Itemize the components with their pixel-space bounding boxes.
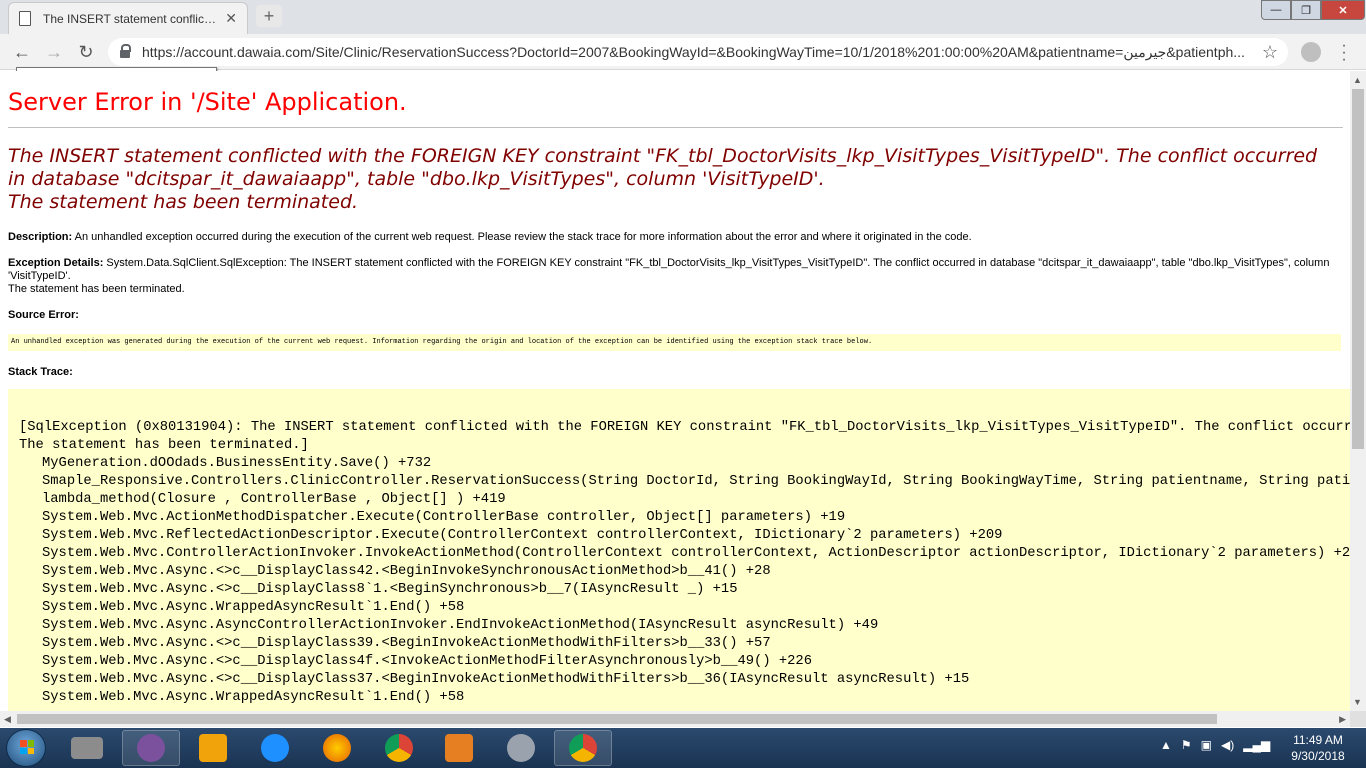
source-error-label: Source Error: [8, 309, 79, 321]
clock-time: 11:49 AM [1293, 733, 1343, 747]
lock-icon[interactable] [120, 44, 131, 58]
page-icon [19, 11, 31, 26]
scroll-right-icon[interactable]: ▶ [1339, 714, 1346, 725]
firefox-icon[interactable] [308, 730, 366, 766]
tray-arrow-icon[interactable]: ▲ [1160, 738, 1172, 752]
stack-line: System.Web.Mvc.Async.WrappedAsyncResult`… [42, 600, 465, 615]
scanner-icon[interactable] [58, 730, 116, 766]
description-section: Description: An unhandled exception occu… [8, 231, 1343, 244]
stack-line: System.Web.Mvc.ActionMethodDispatcher.Ex… [42, 510, 846, 525]
tool-icon[interactable] [492, 730, 550, 766]
divider [8, 127, 1343, 128]
chrome-active-icon[interactable] [554, 730, 612, 766]
stack-trace-box: [SqlException (0x80131904): The INSERT s… [8, 389, 1350, 711]
tab-strip: The INSERT statement conflicted ✕ + — ❐ … [0, 0, 1366, 34]
stack-line: System.Web.Mvc.Async.<>c__DisplayClass42… [42, 564, 771, 579]
scroll-up-icon[interactable]: ▲ [1353, 75, 1362, 85]
clock[interactable]: 11:49 AM 9/30/2018 [1283, 732, 1353, 764]
menu-dots-icon[interactable]: · · · [1339, 38, 1349, 68]
browser-toolbar: ← → ↻ https://account.dawaia.com/Site/Cl… [0, 34, 1366, 70]
horizontal-scroll-thumb[interactable] [17, 714, 1217, 724]
scroll-down-icon[interactable]: ▼ [1353, 697, 1362, 707]
tab-close-icon[interactable]: ✕ [225, 10, 237, 27]
media-player-icon[interactable] [430, 730, 488, 766]
profile-avatar-icon[interactable] [1301, 42, 1321, 62]
page-content: Server Error in '/Site' Application. The… [0, 71, 1350, 711]
exception-section: Exception Details: System.Data.SqlClient… [8, 257, 1343, 296]
stack-line: System.Web.Mvc.Async.AsyncControllerActi… [42, 618, 879, 633]
page-title: Server Error in '/Site' Application. [8, 88, 407, 116]
clock-date: 9/30/2018 [1291, 749, 1345, 763]
tab-title: The INSERT statement conflicted [43, 11, 220, 26]
reload-icon[interactable]: ↻ [73, 39, 99, 65]
viber-icon[interactable] [122, 730, 180, 766]
description-label: Description: [8, 231, 73, 243]
stack-line: [SqlException (0x80131904): The INSERT s… [19, 420, 1350, 435]
forward-arrow-icon[interactable]: → [41, 39, 67, 65]
source-error-box: An unhandled exception was generated dur… [8, 334, 1341, 351]
stack-line: System.Web.Mvc.Async.<>c__DisplayClass4f… [42, 654, 812, 669]
stack-line: System.Web.Mvc.Async.<>c__DisplayClass37… [42, 672, 970, 687]
stack-line: System.Web.Mvc.Async.WrappedAsyncResult`… [42, 690, 465, 705]
browser-tab[interactable]: The INSERT statement conflicted ✕ [8, 2, 248, 34]
description-text: An unhandled exception occurred during t… [74, 231, 972, 243]
windows-logo-icon [20, 740, 34, 754]
vertical-scroll-thumb[interactable] [1352, 89, 1364, 449]
back-arrow-icon[interactable]: ← [9, 39, 35, 65]
tray-monitor-icon[interactable]: ▣ [1201, 738, 1212, 752]
exception-text: System.Data.SqlClient.SqlException: The … [8, 257, 1330, 282]
stack-line: System.Web.Mvc.Async.<>c__DisplayClass8`… [42, 582, 738, 597]
stack-line: lambda_method(Closure , ControllerBase ,… [42, 492, 506, 507]
stack-line: System.Web.Mvc.Async.<>c__DisplayClass39… [42, 636, 771, 651]
horizontal-scrollbar[interactable]: ◀ ▶ [0, 711, 1350, 727]
system-tray: ▲ ⚑ ▣ ◀) ▂▄▆ [1160, 738, 1270, 752]
url-text[interactable]: https://account.dawaia.com/Site/Clinic/R… [142, 44, 1262, 61]
stack-line: System.Web.Mvc.ControllerActionInvoker.I… [42, 546, 1350, 561]
start-button[interactable] [6, 729, 46, 767]
address-bar[interactable]: https://account.dawaia.com/Site/Clinic/R… [108, 38, 1288, 66]
maximize-button[interactable]: ❐ [1291, 0, 1321, 20]
chrome-icon[interactable] [370, 730, 428, 766]
stack-line: MyGeneration.dOOdads.BusinessEntity.Save… [42, 456, 432, 471]
scroll-left-icon[interactable]: ◀ [4, 714, 11, 725]
error-message-terminated: The statement has been terminated. [8, 191, 359, 213]
error-heading: The INSERT statement conflicted with the… [8, 145, 1338, 214]
stack-line: System.Web.Mvc.ReflectedActionDescriptor… [42, 528, 1003, 543]
exception-label: Exception Details: [8, 257, 104, 269]
stack-trace-label: Stack Trace: [8, 366, 73, 378]
vertical-scrollbar[interactable]: ▲ ▼ [1350, 71, 1366, 711]
volume-icon[interactable]: ◀) [1221, 738, 1234, 752]
ie-icon[interactable] [246, 730, 304, 766]
stack-line: Smaple_Responsive.Controllers.ClinicCont… [42, 474, 1350, 489]
error-message: The INSERT statement conflicted with the… [8, 145, 1318, 190]
minimize-button[interactable]: — [1261, 0, 1291, 20]
stack-line: The statement has been terminated.] [19, 438, 309, 453]
outlook-icon[interactable] [184, 730, 242, 766]
new-tab-button[interactable]: + [256, 5, 282, 27]
bookmark-star-icon[interactable]: ☆ [1262, 42, 1278, 63]
tray-flag-icon[interactable]: ⚑ [1181, 738, 1192, 752]
close-window-button[interactable]: ✕ [1321, 0, 1365, 20]
network-icon[interactable]: ▂▄▆ [1243, 738, 1270, 752]
exception-text-terminated: The statement has been terminated. [8, 283, 185, 295]
scrollbar-corner [1350, 711, 1366, 727]
taskbar: ▲ ⚑ ▣ ◀) ▂▄▆ 11:49 AM 9/30/2018 [0, 728, 1366, 768]
